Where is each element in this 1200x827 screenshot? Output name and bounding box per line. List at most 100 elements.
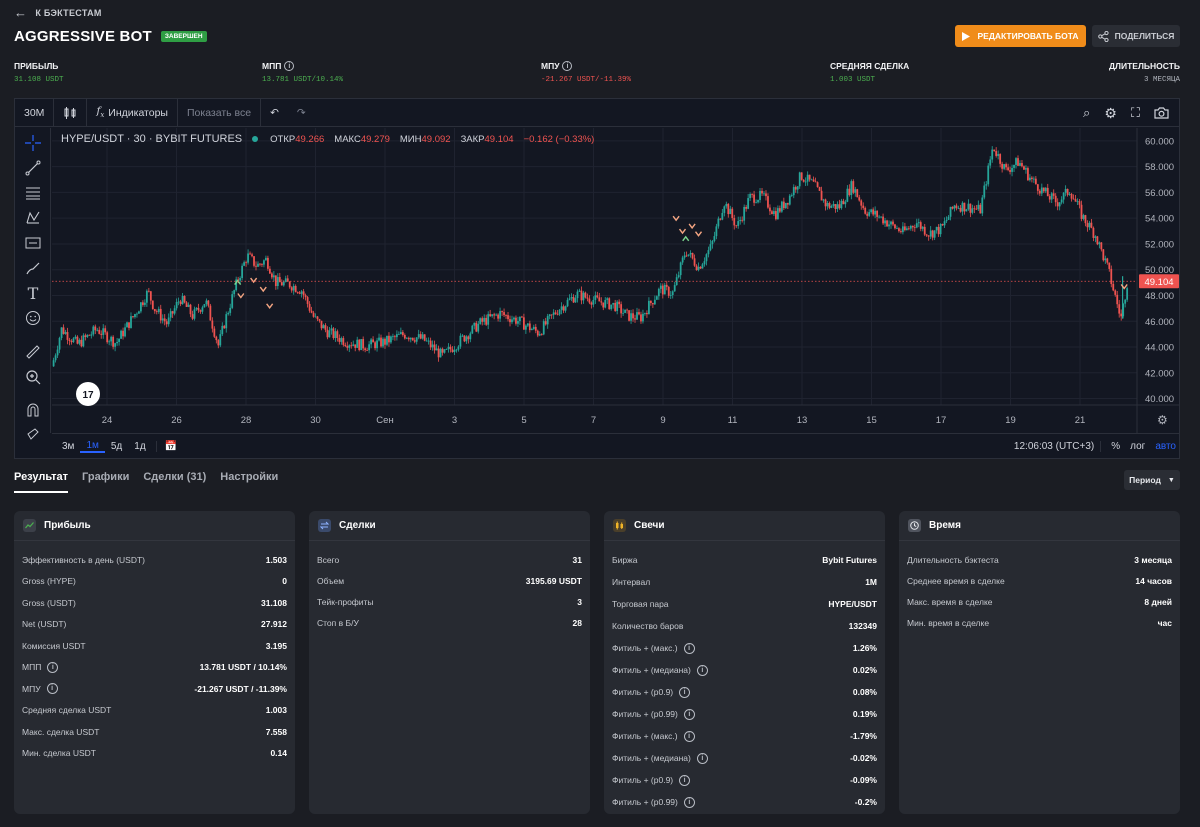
fullscreen-icon[interactable]: ⛶ — [1131, 105, 1140, 121]
interval-button[interactable]: 30M — [15, 99, 55, 126]
info-icon[interactable]: i — [683, 796, 695, 808]
crosshair-icon[interactable] — [24, 134, 42, 152]
price-chart[interactable]: 30M fx Индикаторы Показать все ↶ ↷ ⌕ ⚙ ⛶ — [14, 98, 1180, 459]
row-label: Всего — [317, 555, 339, 565]
auto-toggle[interactable]: авто — [1155, 441, 1176, 452]
magnet-icon[interactable] — [24, 401, 42, 419]
gear-icon[interactable]: ⚙ — [1104, 105, 1117, 122]
candle-body — [130, 316, 132, 328]
candle-body — [655, 296, 658, 300]
measure-icon[interactable] — [24, 234, 42, 252]
candle-body — [344, 344, 347, 347]
candle-body — [465, 336, 468, 342]
chart-toolbar: 30M fx Индикаторы Показать все ↶ ↷ ⌕ ⚙ ⛶ — [15, 99, 1179, 127]
row-value: 31.108 — [261, 597, 287, 608]
redo-button[interactable]: ↷ — [288, 99, 315, 126]
candle-body — [1050, 193, 1053, 200]
stat-avg-trade-label: СРЕДНЯЯ СДЕЛКА — [830, 61, 910, 71]
candle-body — [304, 295, 307, 298]
candle-body — [804, 181, 807, 183]
timeframe-1d[interactable]: 1д — [128, 441, 151, 452]
timeframe-5d[interactable]: 5д — [105, 441, 128, 452]
pattern-icon[interactable] — [24, 209, 42, 227]
candle-body — [421, 334, 424, 339]
emoji-icon[interactable] — [24, 309, 42, 327]
legend-high: 49.279 — [360, 133, 390, 145]
candle-body — [1015, 158, 1017, 165]
show-all-button[interactable]: Показать все — [178, 99, 262, 126]
undo-button[interactable]: ↶ — [261, 99, 288, 126]
candle-body — [261, 264, 263, 265]
info-icon[interactable]: i — [47, 661, 59, 673]
percent-toggle[interactable]: % — [1111, 441, 1120, 452]
candle-type-button[interactable] — [54, 99, 88, 126]
date-range-icon[interactable]: 📅 — [155, 441, 183, 452]
tab-settings[interactable]: Настройки — [220, 471, 278, 493]
candle-body — [185, 302, 188, 307]
candle-body — [1096, 236, 1099, 245]
candle-body — [721, 212, 724, 220]
candle-body — [771, 211, 773, 215]
candle-body — [322, 325, 325, 329]
market-status-dot — [252, 136, 259, 142]
candle-body — [634, 318, 636, 320]
info-icon[interactable]: i — [679, 774, 691, 786]
horizontal-lines-icon[interactable] — [24, 184, 42, 202]
info-icon[interactable]: i — [696, 664, 708, 676]
info-icon[interactable]: i — [683, 730, 695, 742]
candle-body — [449, 346, 452, 350]
row-label-text: Объем — [317, 575, 345, 586]
candle-body — [487, 314, 490, 325]
candle-body — [727, 203, 730, 215]
ruler-icon[interactable] — [24, 343, 42, 361]
scale-settings-icon[interactable]: ⚙ — [1157, 413, 1168, 427]
tab-trades[interactable]: Сделки (31) — [143, 471, 206, 493]
camera-icon[interactable] — [1154, 107, 1169, 119]
row-value: 3195.69 USDT — [525, 575, 582, 586]
lock-drawings-icon[interactable] — [24, 425, 42, 443]
candle-body — [229, 307, 232, 313]
info-icon[interactable]: i — [679, 686, 691, 698]
info-icon[interactable]: i — [46, 683, 58, 695]
candle-body — [983, 185, 986, 198]
x-tick-label: 21 — [1075, 415, 1086, 426]
candles-area[interactable]: 60.00058.00056.00054.00052.00050.00048.0… — [52, 128, 1180, 433]
edit-bot-button[interactable]: РЕДАКТИРОВАТЬ БОТА — [955, 25, 1086, 47]
quick-search-icon[interactable]: ⌕ — [1083, 105, 1090, 121]
candle-body — [580, 290, 583, 301]
info-icon[interactable]: i — [696, 752, 708, 764]
candle-body — [141, 302, 144, 305]
candle-body — [685, 255, 688, 257]
timeframe-3m[interactable]: 3м — [56, 441, 80, 452]
candle-body — [132, 316, 134, 318]
trend-line-icon[interactable] — [24, 159, 42, 177]
clock-icon — [908, 519, 921, 532]
row-value: 1M — [865, 577, 877, 587]
tab-result[interactable]: Результат — [14, 471, 69, 493]
indicators-button[interactable]: fx Индикаторы — [87, 99, 178, 126]
candle-body — [173, 308, 176, 314]
info-icon[interactable]: i — [683, 708, 695, 720]
candle-body — [790, 195, 793, 196]
candle-body — [187, 304, 190, 307]
trade-marker — [678, 228, 687, 235]
candle-body — [880, 216, 882, 218]
tab-charts[interactable]: Графики — [82, 471, 129, 493]
back-link[interactable]: ← К БЭКТЕСТАМ — [14, 6, 102, 19]
log-toggle[interactable]: лог — [1130, 441, 1145, 452]
timeframe-1m[interactable]: 1м — [80, 440, 105, 453]
share-button[interactable]: ПОДЕЛИТЬСЯ — [1092, 25, 1180, 47]
row-label-text: Макс. сделка USDT — [22, 726, 100, 737]
brush-icon[interactable] — [24, 259, 42, 277]
info-icon[interactable]: i — [683, 642, 695, 654]
zoom-in-icon[interactable] — [24, 368, 42, 386]
row-label-text: Длительность бэктеста — [907, 554, 999, 565]
text-tool-icon[interactable]: T — [24, 284, 42, 303]
candle-body — [56, 349, 59, 356]
row-label: Количество баров — [612, 621, 683, 631]
chart-clock[interactable]: 12:06:03 (UTC+3) — [1014, 441, 1102, 452]
period-select[interactable]: Период ▼ — [1124, 470, 1180, 490]
row-label-text: Торговая пара — [612, 599, 669, 609]
info-icon[interactable]: i — [284, 61, 295, 71]
info-icon[interactable]: i — [562, 61, 573, 71]
